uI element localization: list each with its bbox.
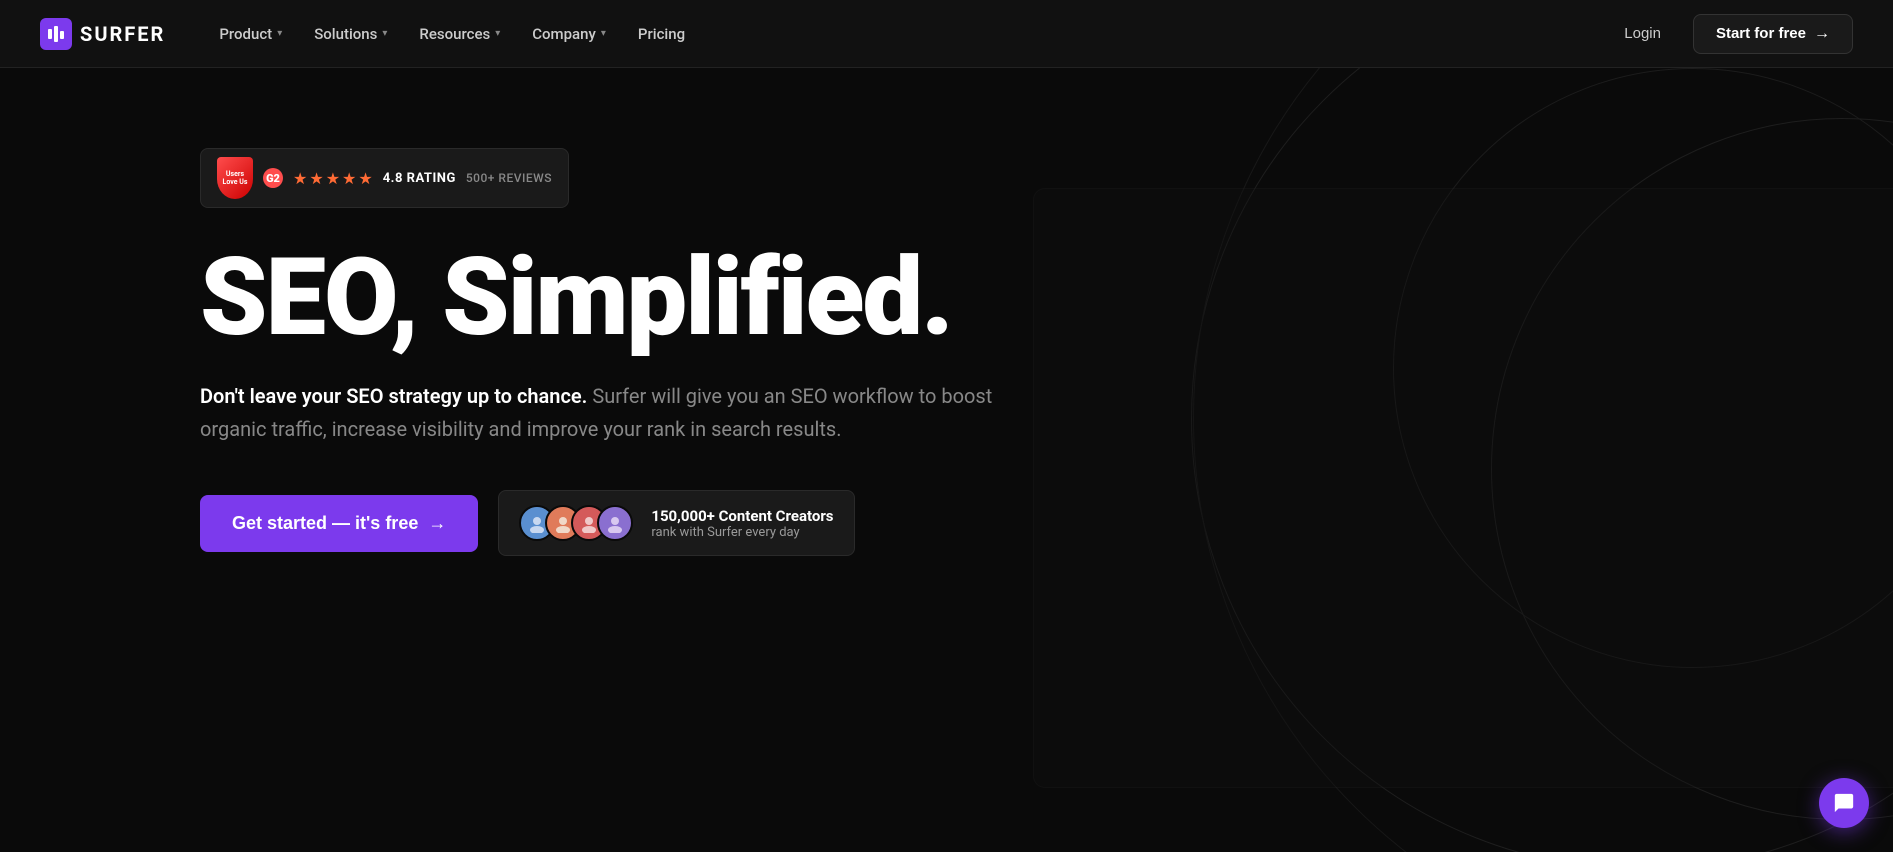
chevron-down-icon: ▾	[382, 28, 387, 39]
hero-content: Users Love Us G2 ★ ★ ★ ★ ★ 4.8 RATING 50…	[200, 148, 1060, 556]
nav-link-company[interactable]: Company ▾	[518, 17, 620, 51]
nav-link-solutions[interactable]: Solutions ▾	[300, 17, 401, 51]
social-text: 150,000+ Content Creators rank with Surf…	[637, 507, 833, 540]
start-for-free-button[interactable]: Start for free →	[1693, 14, 1853, 54]
nav-links: Product ▾ Solutions ▾ Resources ▾ Compan…	[205, 17, 699, 51]
chevron-down-icon: ▾	[495, 28, 500, 39]
chat-button[interactable]	[1819, 778, 1869, 828]
logo-text: SURFER	[80, 22, 165, 46]
avatar-group	[519, 505, 623, 541]
chevron-down-icon: ▾	[601, 28, 606, 39]
nav-left: SURFER Product ▾ Solutions ▾ Resources ▾…	[40, 17, 699, 51]
g2-shield-icon: Users Love Us	[217, 157, 253, 199]
g2-rating: 4.8 RATING	[383, 171, 456, 186]
star-icon: ★	[358, 169, 372, 188]
chevron-down-icon: ▾	[277, 28, 282, 39]
nav-link-resources[interactable]: Resources ▾	[405, 17, 514, 51]
g2-stars: ★ ★ ★ ★ ★	[293, 169, 373, 188]
star-icon: ★	[342, 169, 356, 188]
navbar: SURFER Product ▾ Solutions ▾ Resources ▾…	[0, 0, 1893, 68]
star-icon: ★	[326, 169, 340, 188]
nav-link-product[interactable]: Product ▾	[205, 17, 296, 51]
get-started-button[interactable]: Get started — it's free →	[200, 495, 478, 552]
cta-row: Get started — it's free →	[200, 490, 1060, 556]
hero-subtitle-strong: Don't leave your SEO strategy up to chan…	[200, 384, 587, 408]
logo-icon	[40, 18, 72, 50]
hero-subtitle: Don't leave your SEO strategy up to chan…	[200, 380, 1020, 446]
avatar	[597, 505, 633, 541]
g2-reviews: 500+ REVIEWS	[466, 171, 552, 185]
login-button[interactable]: Login	[1604, 17, 1681, 50]
g2-badge: Users Love Us G2 ★ ★ ★ ★ ★ 4.8 RATING 50…	[200, 148, 569, 208]
chat-icon	[1833, 792, 1855, 814]
star-icon: ★	[309, 169, 323, 188]
social-description: rank with Surfer every day	[651, 525, 833, 540]
social-proof-card: 150,000+ Content Creators rank with Surf…	[498, 490, 854, 556]
arrow-icon: →	[1814, 25, 1830, 43]
g2-logo-icon: G2	[263, 168, 283, 188]
star-icon: ★	[293, 169, 307, 188]
logo-link[interactable]: SURFER	[40, 18, 165, 50]
nav-right: Login Start for free →	[1604, 14, 1853, 54]
arrow-icon: →	[428, 513, 446, 534]
hero-section: Users Love Us G2 ★ ★ ★ ★ ★ 4.8 RATING 50…	[0, 68, 1893, 852]
social-count: 150,000+ Content Creators	[651, 507, 833, 525]
hero-title: SEO, Simplified.	[200, 244, 1060, 352]
nav-link-pricing[interactable]: Pricing	[624, 17, 699, 51]
dashboard-preview	[1033, 188, 1893, 788]
